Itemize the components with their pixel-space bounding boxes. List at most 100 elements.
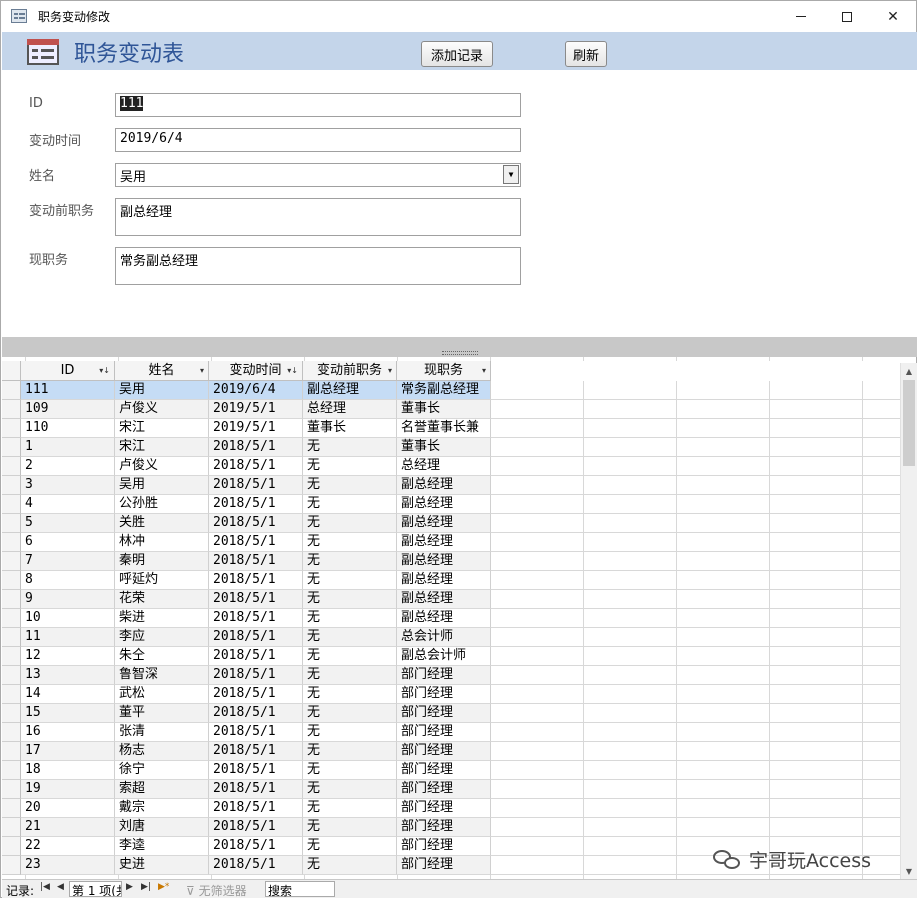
cell-id[interactable]: 7 [21, 552, 115, 571]
cell-current-position[interactable]: 部门经理 [397, 723, 491, 742]
cell-change-date[interactable]: 2018/5/1 [209, 628, 303, 647]
cell-current-position[interactable]: 部门经理 [397, 685, 491, 704]
id-field[interactable]: 111 [115, 93, 521, 117]
cell-current-position[interactable]: 董事长 [397, 438, 491, 457]
scroll-up-arrow-icon[interactable]: ▲ [901, 363, 917, 379]
cell-current-position[interactable]: 副总经理 [397, 552, 491, 571]
new-record-icon[interactable]: ▶* [158, 882, 169, 892]
record-selector[interactable] [2, 704, 21, 723]
cell-current-position[interactable]: 副总经理 [397, 609, 491, 628]
cell-prev-position[interactable]: 无 [303, 780, 397, 799]
table-row[interactable]: 22 李逵 2018/5/1 无部门经理 [2, 837, 491, 856]
table-row[interactable]: 4 公孙胜 2018/5/1 无副总经理 [2, 495, 491, 514]
split-form-bar[interactable] [2, 337, 917, 357]
column-header-id[interactable]: ID ▾↓ [21, 361, 115, 381]
cell-id[interactable]: 12 [21, 647, 115, 666]
minimize-button[interactable] [778, 1, 824, 32]
cell-change-date[interactable]: 2018/5/1 [209, 799, 303, 818]
close-button[interactable]: ✕ [870, 1, 916, 32]
cell-change-date[interactable]: 2018/5/1 [209, 571, 303, 590]
cell-prev-position[interactable]: 无 [303, 590, 397, 609]
record-selector[interactable] [2, 799, 21, 818]
next-record-icon[interactable]: ▶ [126, 882, 133, 892]
cell-name[interactable]: 呼延灼 [115, 571, 209, 590]
record-selector[interactable] [2, 780, 21, 799]
record-selector[interactable] [2, 818, 21, 837]
table-row[interactable]: 10 柴进 2018/5/1 无副总经理 [2, 609, 491, 628]
cell-name[interactable]: 史进 [115, 856, 209, 875]
cell-name[interactable]: 宋江 [115, 438, 209, 457]
cell-name[interactable]: 鲁智深 [115, 666, 209, 685]
cell-id[interactable]: 16 [21, 723, 115, 742]
name-combo[interactable]: 吴用 ▼ [115, 163, 521, 187]
cell-prev-position[interactable]: 无 [303, 609, 397, 628]
table-row[interactable]: 20 戴宗 2018/5/1 无部门经理 [2, 799, 491, 818]
cell-current-position[interactable]: 部门经理 [397, 742, 491, 761]
table-row[interactable]: 9 花荣 2018/5/1 无副总经理 [2, 590, 491, 609]
cell-name[interactable]: 李逵 [115, 837, 209, 856]
cell-change-date[interactable]: 2018/5/1 [209, 590, 303, 609]
record-selector[interactable] [2, 438, 21, 457]
cell-prev-position[interactable]: 董事长 [303, 419, 397, 438]
record-selector[interactable] [2, 685, 21, 704]
cell-name[interactable]: 吴用 [115, 476, 209, 495]
cell-current-position[interactable]: 副总会计师 [397, 647, 491, 666]
select-all-corner[interactable] [2, 361, 21, 381]
cell-id[interactable]: 18 [21, 761, 115, 780]
scroll-down-arrow-icon[interactable]: ▼ [901, 863, 917, 879]
table-row[interactable]: 18 徐宁 2018/5/1 无部门经理 [2, 761, 491, 780]
cell-current-position[interactable]: 副总经理 [397, 514, 491, 533]
cell-prev-position[interactable]: 无 [303, 647, 397, 666]
cell-prev-position[interactable]: 无 [303, 438, 397, 457]
table-row[interactable]: 21 刘唐 2018/5/1 无部门经理 [2, 818, 491, 837]
cell-change-date[interactable]: 2018/5/1 [209, 742, 303, 761]
cell-prev-position[interactable]: 无 [303, 457, 397, 476]
cell-current-position[interactable]: 常务副总经理 [397, 381, 491, 400]
chevron-down-icon[interactable]: ▼ [503, 165, 519, 184]
cell-prev-position[interactable]: 无 [303, 837, 397, 856]
column-header-change-date[interactable]: 变动时间 ▾↓ [209, 361, 303, 381]
dropdown-arrow-icon[interactable]: ▾ [482, 361, 486, 380]
cell-change-date[interactable]: 2018/5/1 [209, 647, 303, 666]
dropdown-arrow-icon[interactable]: ▾ [200, 361, 204, 380]
filter-indicator[interactable]: ⊽ 无筛选器 [186, 882, 247, 898]
cell-name[interactable]: 花荣 [115, 590, 209, 609]
table-row[interactable]: 111 吴用 2019/6/4 副总经理 常务副总经理 [2, 381, 491, 400]
cell-current-position[interactable]: 部门经理 [397, 837, 491, 856]
cell-name[interactable]: 刘唐 [115, 818, 209, 837]
cell-current-position[interactable]: 部门经理 [397, 666, 491, 685]
cell-change-date[interactable]: 2018/5/1 [209, 666, 303, 685]
cell-name[interactable]: 吴用 [115, 381, 209, 400]
cell-name[interactable]: 杨志 [115, 742, 209, 761]
vertical-scrollbar[interactable]: ▲ ▼ [900, 363, 917, 879]
cell-id[interactable]: 21 [21, 818, 115, 837]
record-selector[interactable] [2, 381, 21, 400]
cell-id[interactable]: 4 [21, 495, 115, 514]
cell-id[interactable]: 110 [21, 419, 115, 438]
cell-current-position[interactable]: 总经理 [397, 457, 491, 476]
record-selector[interactable] [2, 476, 21, 495]
add-record-button[interactable]: 添加记录 [421, 41, 493, 67]
cell-change-date[interactable]: 2018/5/1 [209, 856, 303, 875]
record-selector[interactable] [2, 495, 21, 514]
cell-change-date[interactable]: 2018/5/1 [209, 552, 303, 571]
change-date-field[interactable]: 2019/6/4 [115, 128, 521, 152]
cell-name[interactable]: 卢俊义 [115, 457, 209, 476]
cell-prev-position[interactable]: 无 [303, 856, 397, 875]
dropdown-arrow-icon[interactable]: ▾ [388, 361, 392, 380]
cell-prev-position[interactable]: 无 [303, 685, 397, 704]
search-input[interactable]: 搜索 [265, 881, 335, 898]
cell-change-date[interactable]: 2019/5/1 [209, 400, 303, 419]
cell-id[interactable]: 3 [21, 476, 115, 495]
cell-change-date[interactable]: 2018/5/1 [209, 495, 303, 514]
cell-prev-position[interactable]: 无 [303, 571, 397, 590]
cell-prev-position[interactable]: 无 [303, 799, 397, 818]
first-record-icon[interactable]: |◀ [40, 882, 50, 892]
record-selector[interactable] [2, 666, 21, 685]
cell-change-date[interactable]: 2018/5/1 [209, 818, 303, 837]
cell-change-date[interactable]: 2018/5/1 [209, 780, 303, 799]
cell-name[interactable]: 关胜 [115, 514, 209, 533]
cell-id[interactable]: 17 [21, 742, 115, 761]
current-position-field[interactable]: 常务副总经理 [115, 247, 521, 285]
cell-name[interactable]: 林冲 [115, 533, 209, 552]
